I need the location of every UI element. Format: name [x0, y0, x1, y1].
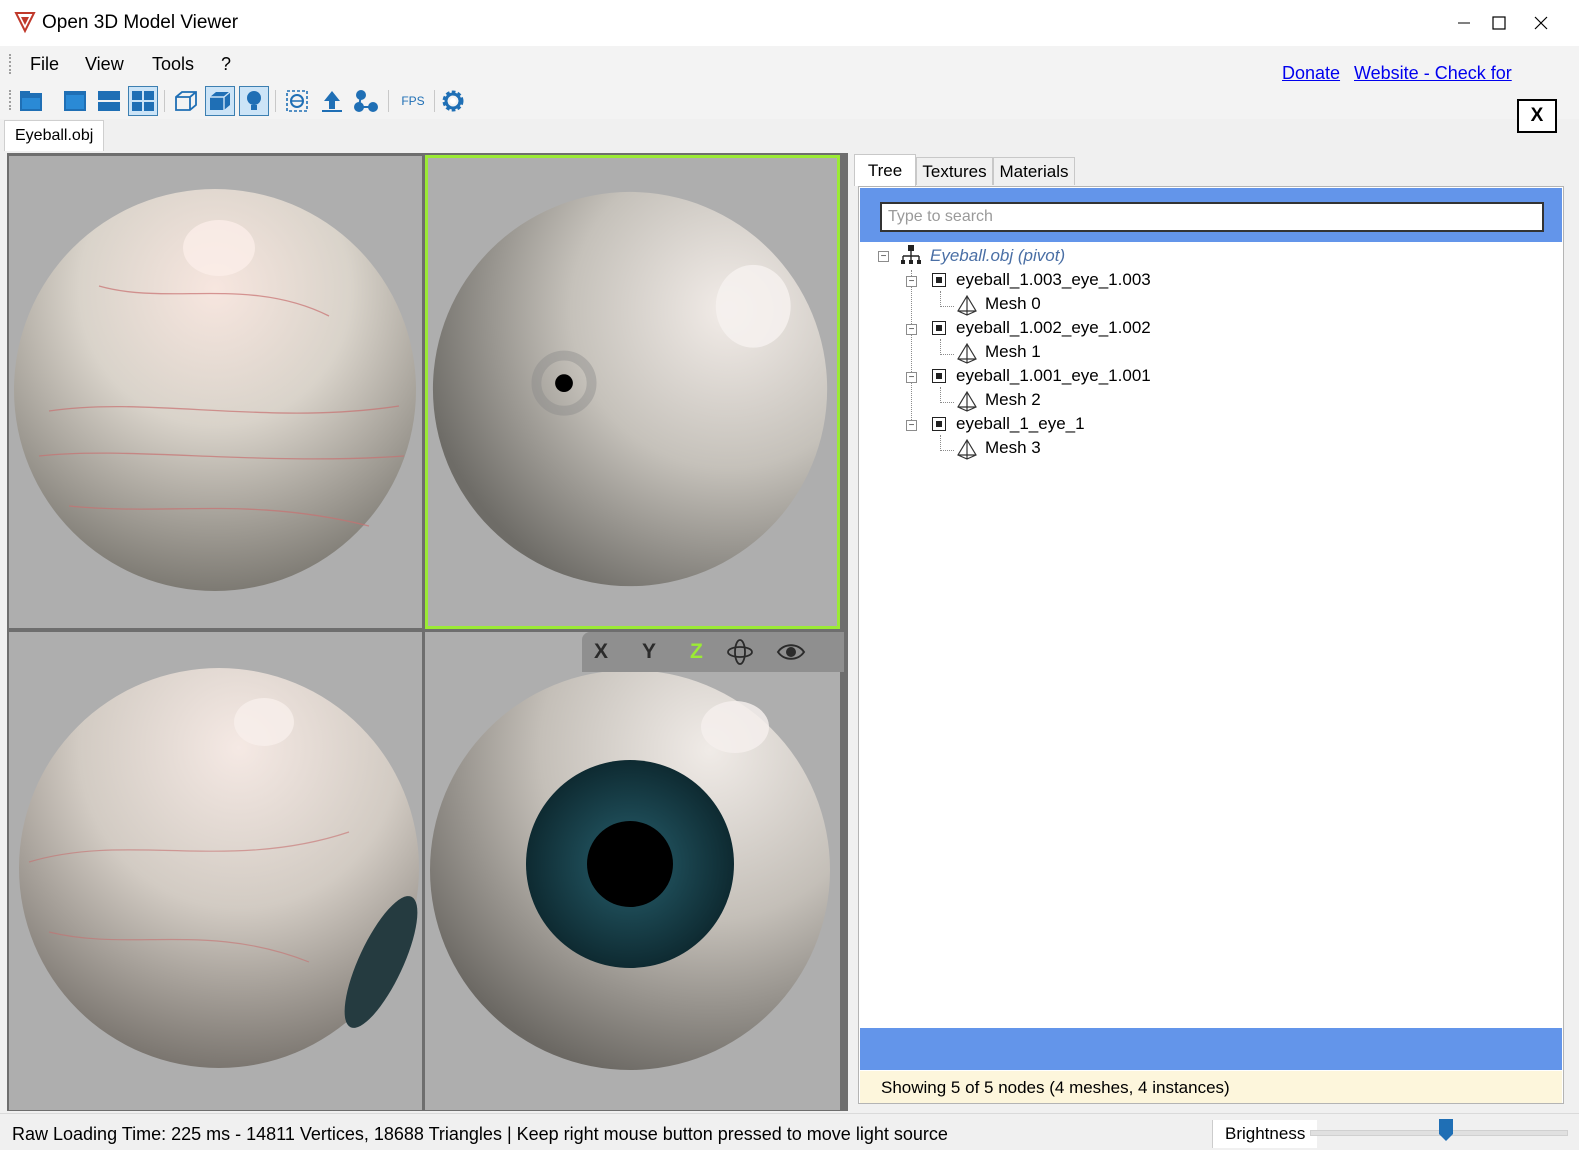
node-icon — [932, 369, 946, 383]
toolbar-separator — [434, 90, 435, 112]
menu-grip — [9, 54, 14, 74]
two-views-icon — [98, 91, 120, 111]
nodes-button[interactable] — [351, 86, 381, 116]
toolbar-separator — [275, 90, 276, 112]
collapse-node-toggle[interactable]: − — [906, 276, 917, 287]
axis-x-button[interactable]: X — [594, 640, 608, 664]
fit-view-button[interactable] — [282, 86, 312, 116]
tree-node-label[interactable]: eyeball_1.002_eye_1.002 — [956, 318, 1151, 338]
tree-connector — [940, 387, 941, 401]
viewport-bottom-right[interactable] — [425, 632, 840, 1110]
hierarchy-icon — [900, 244, 922, 266]
open-folder-icon — [20, 91, 42, 111]
node-icon — [932, 321, 946, 335]
tree-node-label[interactable]: eyeball_1.003_eye_1.003 — [956, 270, 1151, 290]
tree-node-label[interactable]: eyeball_1.001_eye_1.001 — [956, 366, 1151, 386]
collapse-node-toggle[interactable]: − — [906, 420, 917, 431]
textured-icon — [210, 91, 231, 110]
fps-icon: FPS — [401, 94, 425, 108]
visibility-button[interactable] — [776, 640, 806, 664]
axis-z-button[interactable]: Z — [690, 640, 703, 664]
collapse-node-toggle[interactable]: − — [906, 372, 917, 383]
mesh-icon — [956, 342, 978, 364]
tree-connector — [940, 306, 954, 307]
mesh-icon — [956, 438, 978, 460]
textured-button[interactable] — [205, 86, 235, 116]
collapse-root-toggle[interactable]: − — [878, 251, 889, 262]
toolbar-separator — [164, 90, 165, 112]
viewport-bottom-left[interactable] — [9, 632, 422, 1110]
brightness-label: Brightness — [1212, 1120, 1318, 1148]
tree-connector — [940, 291, 941, 305]
four-views-icon — [132, 91, 154, 111]
tab-tree[interactable]: Tree — [854, 154, 916, 186]
viewport-top-left[interactable] — [9, 156, 422, 628]
maximize-icon — [1492, 16, 1506, 30]
close-window-button[interactable] — [1506, 0, 1576, 46]
settings-button[interactable] — [438, 86, 468, 116]
lighting-button[interactable] — [239, 86, 269, 116]
panel-footer-band — [860, 1028, 1562, 1070]
single-view-button[interactable] — [60, 86, 90, 116]
menu-bar — [0, 46, 1579, 82]
toolbar-grip — [9, 90, 14, 110]
tree-connector — [940, 450, 954, 451]
donate-link[interactable]: Donate — [1282, 63, 1340, 84]
tab-materials[interactable]: Materials — [993, 157, 1075, 185]
orbit-button[interactable] — [726, 638, 754, 666]
fit-view-icon — [286, 90, 308, 112]
tree-connector — [940, 339, 941, 353]
tree-mesh-label[interactable]: Mesh 2 — [985, 390, 1041, 410]
tree-connector — [940, 354, 954, 355]
brightness-slider-thumb[interactable] — [1438, 1118, 1454, 1142]
upload-button[interactable] — [317, 86, 347, 116]
node-icon — [932, 417, 946, 431]
mesh-icon — [956, 294, 978, 316]
nodes-icon — [354, 90, 378, 112]
menu-help[interactable]: ? — [221, 54, 231, 75]
tree-mesh-label[interactable]: Mesh 0 — [985, 294, 1041, 314]
tree-mesh-label[interactable]: Mesh 1 — [985, 342, 1041, 362]
mesh-icon — [956, 390, 978, 412]
tree-node-label[interactable]: eyeball_1_eye_1 — [956, 414, 1085, 434]
axis-y-button[interactable]: Y — [642, 640, 656, 664]
fps-button[interactable]: FPS — [396, 86, 430, 116]
close-document-button[interactable]: X — [1517, 99, 1557, 133]
light-bulb-icon — [247, 91, 261, 110]
single-view-icon — [64, 91, 86, 111]
collapse-node-toggle[interactable]: − — [906, 324, 917, 335]
search-input[interactable]: Type to search — [880, 202, 1544, 232]
four-views-button[interactable] — [128, 86, 158, 116]
tree-connector — [940, 402, 954, 403]
toolbar — [0, 82, 1579, 119]
two-views-button[interactable] — [94, 86, 124, 116]
tab-eyeball-obj[interactable]: Eyeball.obj — [4, 120, 105, 151]
tree-connector — [911, 270, 912, 430]
wireframe-icon — [175, 91, 197, 111]
eye-icon — [776, 644, 806, 660]
orbit-icon — [727, 639, 753, 665]
close-icon — [1534, 16, 1548, 30]
open-button[interactable] — [16, 86, 46, 116]
wireframe-button[interactable] — [171, 86, 201, 116]
tree-connector — [940, 435, 941, 449]
node-icon — [932, 273, 946, 287]
viewport-top-right[interactable] — [425, 155, 840, 629]
close-document-label: X — [1530, 105, 1544, 126]
tree-status-text: Showing 5 of 5 nodes (4 meshes, 4 instan… — [881, 1078, 1230, 1097]
menu-view[interactable]: View — [85, 54, 124, 75]
tree-root-label[interactable]: Eyeball.obj (pivot) — [930, 246, 1065, 266]
toolbar-separator — [388, 90, 389, 112]
app-logo-icon — [14, 10, 36, 34]
tab-textures[interactable]: Textures — [916, 157, 993, 185]
menu-file[interactable]: File — [30, 54, 59, 75]
upload-icon — [322, 91, 342, 112]
tree-mesh-label[interactable]: Mesh 3 — [985, 438, 1041, 458]
settings-icon — [442, 90, 464, 112]
status-text: Raw Loading Time: 225 ms - 14811 Vertice… — [12, 1124, 948, 1144]
window-title: Open 3D Model Viewer — [42, 12, 239, 33]
menu-tools[interactable]: Tools — [152, 54, 194, 75]
